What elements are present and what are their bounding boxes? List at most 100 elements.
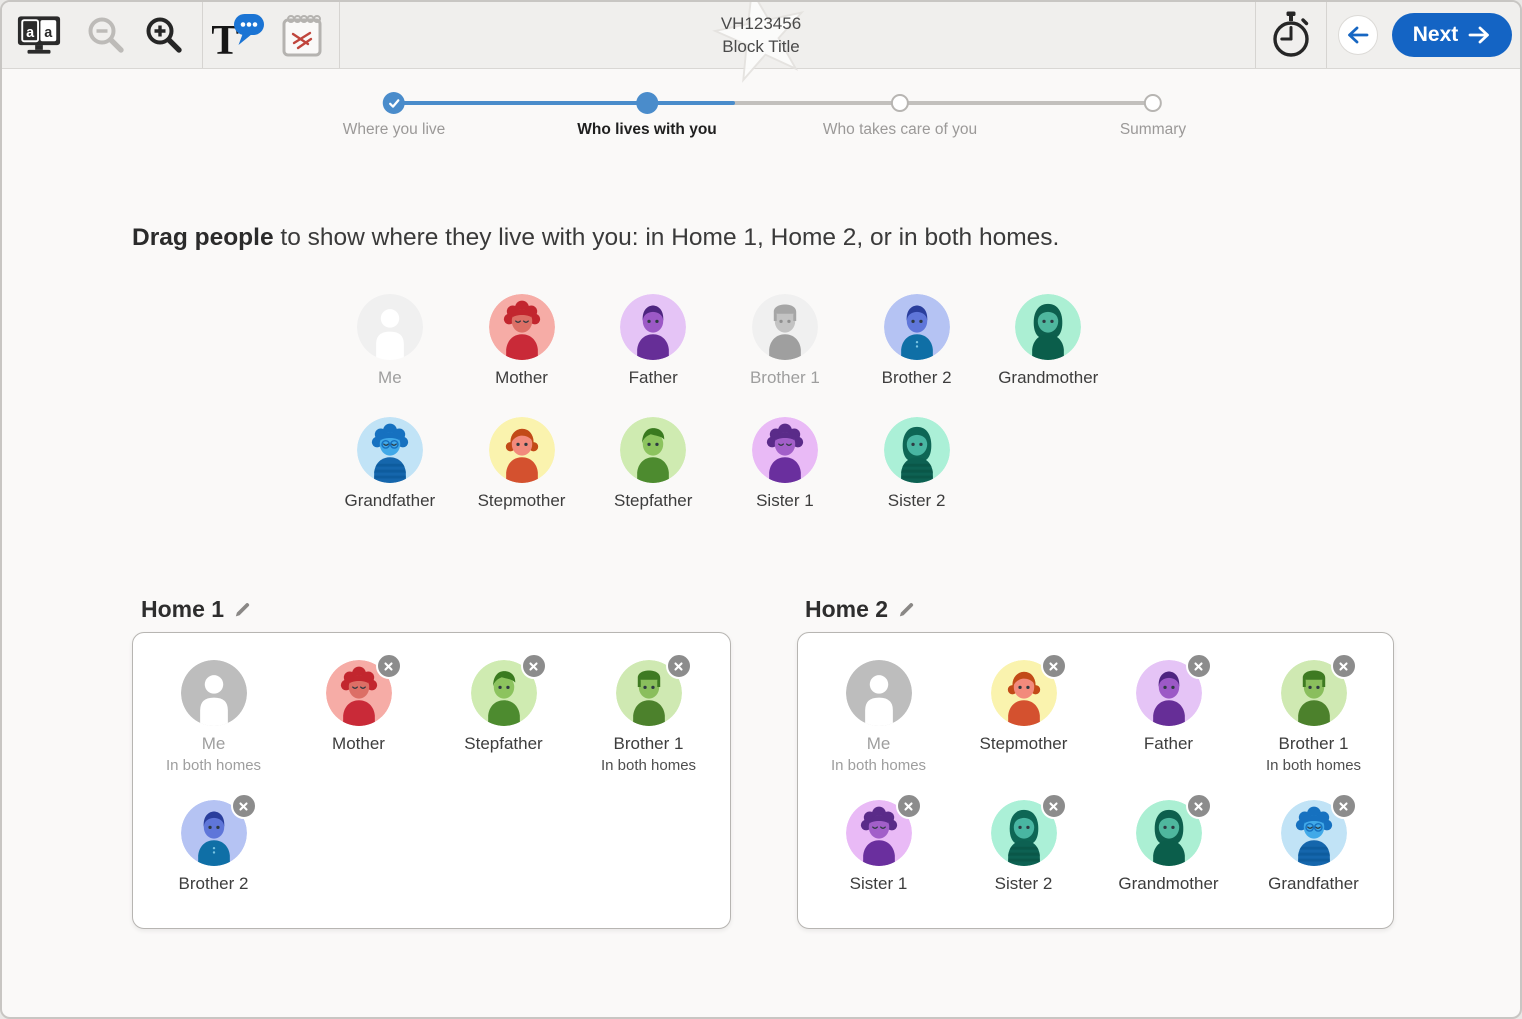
remove-father-button[interactable]: [1185, 653, 1212, 679]
person-label: Me: [201, 734, 226, 753]
person-label: Sister 1: [756, 491, 814, 510]
remove-stepmother-button[interactable]: [1040, 653, 1067, 679]
display-settings-button[interactable]: a a: [16, 14, 62, 56]
remove-brother1-button[interactable]: [1330, 653, 1357, 679]
grandfather-avatar[interactable]: [356, 417, 423, 483]
home2-person-me: Me In both homes: [806, 660, 951, 774]
remove-stepfather-button[interactable]: [520, 653, 547, 679]
remove-brother2-button[interactable]: [230, 793, 257, 819]
step-active-dot: [635, 92, 658, 114]
person-label: Brother 2: [178, 874, 249, 893]
edit-home-1-name-button[interactable]: [233, 600, 252, 619]
svg-text:a: a: [44, 25, 53, 41]
step-upcoming-dot: [1143, 94, 1162, 112]
in-both-homes-note: In both homes: [165, 757, 262, 774]
text-to-speech-button[interactable]: T: [212, 12, 266, 58]
drag-instruction: Drag people to show where they live with…: [132, 224, 1060, 251]
home2-person-grandmother: Grandmother: [1096, 793, 1241, 894]
person-label: Grandmother: [1118, 874, 1219, 893]
home-2-header: Home 2: [805, 596, 916, 623]
remove-mother-button[interactable]: [375, 653, 402, 679]
remove-grandfather-button[interactable]: [1330, 793, 1357, 819]
display-settings-icon: a a: [17, 16, 61, 54]
person-label: Father: [628, 368, 678, 387]
x-icon: [1049, 801, 1058, 811]
back-button[interactable]: [1338, 15, 1378, 55]
tray-person-brother2: Brother 2: [851, 294, 983, 388]
remove-grandmother-button[interactable]: [1185, 793, 1212, 819]
person-label: Father: [1143, 734, 1194, 753]
home-1-title: Home 1: [141, 596, 225, 622]
block-title: VH123456 Block Title: [721, 12, 801, 58]
father-avatar[interactable]: [620, 294, 687, 360]
brother2-avatar[interactable]: [883, 294, 950, 360]
block-name: Block Title: [722, 37, 800, 56]
step-where-you-live[interactable]: Where you live: [343, 92, 445, 139]
me-avatar[interactable]: [180, 660, 247, 726]
next-button-label: Next: [1412, 23, 1459, 46]
app-window: a a T VH123456 Block Title Next Where yo…: [0, 0, 1522, 1019]
scratchpad-button[interactable]: [280, 11, 324, 59]
check-icon: [388, 98, 400, 108]
sister1-avatar[interactable]: [751, 417, 818, 483]
home1-person-brother1: Brother 1 In both homes: [576, 653, 721, 774]
brother1-avatar: [751, 294, 818, 360]
home-2-row: Sister 1 Sister 2 Grandmother Grandfathe…: [806, 793, 1386, 894]
remove-sister2-button[interactable]: [1040, 793, 1067, 819]
tray-person-me: Me: [324, 294, 456, 388]
zoom-out-icon: [88, 17, 124, 53]
me-avatar[interactable]: [845, 660, 912, 726]
home-1-dropzone[interactable]: Me In both homes Mother Stepfather Broth…: [132, 632, 731, 929]
me-avatar: [356, 294, 423, 360]
block-id: VH123456: [720, 14, 802, 33]
zoom-out-button[interactable]: [84, 13, 128, 57]
step-who-takes-care-of-you[interactable]: Who takes care of you: [823, 92, 977, 139]
person-label: Stepfather: [464, 734, 543, 753]
grandmother-avatar[interactable]: [1015, 294, 1082, 360]
home-2-title: Home 2: [805, 596, 889, 622]
timer-button[interactable]: [1268, 10, 1314, 60]
person-label: Me: [378, 368, 402, 387]
home-2-dropzone[interactable]: Me In both homes Stepmother Father Broth…: [797, 632, 1394, 929]
person-label: Brother 2: [881, 368, 952, 387]
person-label: Stepfather: [613, 491, 693, 510]
stepfather-avatar[interactable]: [620, 417, 687, 483]
person-label: Sister 1: [849, 874, 908, 893]
person-label: Sister 2: [994, 874, 1053, 893]
tray-person-sister2: Sister 2: [851, 417, 983, 511]
toolbar: a a T VH123456 Block Title Next: [2, 2, 1520, 83]
person-label: Grandfather: [1268, 874, 1359, 893]
tray-person-father: Father: [587, 294, 719, 388]
home-1-row: Brother 2: [141, 793, 286, 894]
next-button[interactable]: Next: [1392, 13, 1512, 57]
person-label: Grandmother: [998, 368, 1099, 387]
in-both-homes-note: In both homes: [830, 757, 927, 774]
edit-home-2-name-button[interactable]: [897, 600, 916, 619]
person-label: Mother: [495, 368, 548, 387]
step-summary[interactable]: Summary: [1120, 92, 1186, 139]
person-label: Stepmother: [979, 734, 1068, 753]
home-2-row: Me In both homes Stepmother Father Broth…: [806, 653, 1386, 774]
stepmother-avatar[interactable]: [488, 417, 555, 483]
person-label: Brother 1: [1278, 734, 1349, 753]
mother-avatar[interactable]: [488, 294, 555, 360]
tray-person-grandfather: Grandfather: [324, 417, 456, 511]
remove-sister1-button[interactable]: [895, 793, 922, 819]
zoom-in-button[interactable]: [142, 13, 186, 57]
pencil-icon: [235, 603, 250, 617]
step-who-lives-with-you[interactable]: Who lives with you: [577, 92, 717, 139]
home2-person-father: Father: [1096, 653, 1241, 774]
person-label: Stepmother: [477, 491, 566, 510]
x-icon: [384, 661, 393, 671]
home-1-row: Me In both homes Mother Stepfather Broth…: [141, 653, 721, 774]
tray-person-brother1: Brother 1: [719, 294, 851, 388]
text-to-speech-icon: T: [212, 14, 264, 58]
tray-row: Grandfather Stepmother Stepfather Sister…: [324, 417, 982, 511]
zoom-in-icon: [146, 17, 182, 53]
remove-brother1-button[interactable]: [665, 653, 692, 679]
tray-person-stepfather: Stepfather: [587, 417, 719, 511]
x-icon: [904, 801, 913, 811]
back-arrow-icon: [1348, 26, 1369, 44]
sister2-avatar[interactable]: [883, 417, 950, 483]
home2-person-sister1: Sister 1: [806, 793, 951, 894]
